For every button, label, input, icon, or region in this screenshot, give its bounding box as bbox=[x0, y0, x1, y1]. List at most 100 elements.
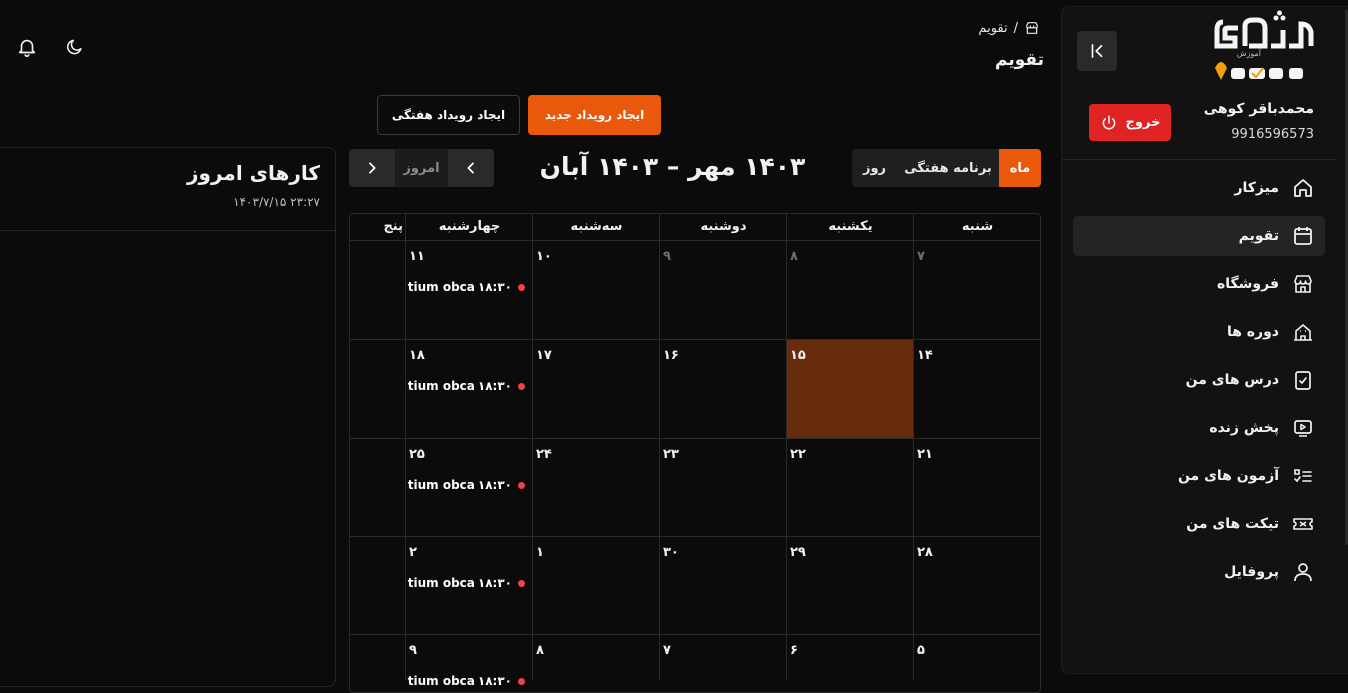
sidebar-item-calendar[interactable]: تقویم bbox=[1073, 216, 1325, 256]
day-number[interactable]: ۱۱ bbox=[409, 249, 425, 264]
sidebar-item-label: تقویم bbox=[1238, 228, 1279, 244]
sidebar-item-profile[interactable]: پروفایل bbox=[1073, 552, 1325, 592]
moon-icon bbox=[67, 39, 82, 55]
day-number[interactable]: ۱ bbox=[536, 545, 544, 560]
sidebar-item-label: پخش زنده bbox=[1209, 420, 1279, 436]
day-number[interactable]: ۸ bbox=[790, 249, 798, 264]
weekday-header: یکشنبه bbox=[828, 219, 873, 234]
event-title: ntium obca bbox=[407, 280, 475, 294]
day-number[interactable]: ۲۹ bbox=[790, 545, 806, 560]
sidebar-menu: میزکار تقویم فروشگاه دوره ها درس های من … bbox=[1073, 168, 1325, 600]
sidebar-item-label: آزمون های من bbox=[1177, 468, 1279, 484]
event-time: ۱۸:۳۰ bbox=[477, 576, 512, 590]
event-time: ۱۸:۳۰ bbox=[477, 379, 512, 393]
live-icon bbox=[1294, 420, 1312, 437]
calendar-event[interactable]: ۱۸:۳۰ntium obca bbox=[407, 575, 525, 591]
home-icon bbox=[1294, 179, 1312, 197]
day-number[interactable]: ۱۰ bbox=[536, 249, 552, 264]
calendar-event[interactable]: ۱۸:۳۰ntium obca bbox=[407, 477, 525, 493]
event-dot bbox=[518, 579, 525, 587]
koshan-logo[interactable]: آموزش bbox=[1205, 10, 1320, 84]
sidebar-item-my-exams[interactable]: آزمون های من bbox=[1073, 456, 1325, 496]
day-number[interactable]: ۲۱ bbox=[917, 447, 933, 462]
day-number[interactable]: ۲۴ bbox=[536, 447, 552, 462]
power-icon bbox=[1102, 115, 1115, 129]
day-number[interactable]: ۲۳ bbox=[663, 447, 679, 462]
chevron-left-icon bbox=[467, 162, 474, 174]
calendar-event[interactable]: ۱۸:۳۰ntium obca bbox=[407, 279, 525, 295]
checklist-icon bbox=[1294, 469, 1312, 483]
weekday-header: شنبه bbox=[961, 219, 994, 234]
sidebar-item-label: فروشگاه bbox=[1216, 276, 1279, 292]
day-number[interactable]: ۱۷ bbox=[536, 348, 552, 363]
store-icon[interactable] bbox=[1024, 20, 1040, 36]
day-number[interactable]: ۱۶ bbox=[663, 348, 679, 363]
sidebar-item-my-tickets[interactable]: تیکت های من bbox=[1073, 504, 1325, 544]
next-button[interactable] bbox=[349, 149, 395, 187]
sidebar-item-live[interactable]: پخش زنده bbox=[1073, 408, 1325, 448]
clipboard-check-icon bbox=[1295, 371, 1311, 390]
user-name: محمدباقر کوهی bbox=[1203, 101, 1314, 117]
day-number[interactable]: ۸ bbox=[536, 643, 544, 658]
weekday-header: پنج bbox=[383, 219, 403, 234]
day-number[interactable]: ۹ bbox=[409, 643, 417, 658]
calendar-event[interactable]: ۱۸:۳۰ntium obca bbox=[407, 673, 525, 689]
sidebar-item-store[interactable]: فروشگاه bbox=[1073, 264, 1325, 304]
day-number[interactable]: ۷ bbox=[917, 249, 925, 264]
today-panel-divider bbox=[0, 230, 336, 231]
sidebar-collapse-button[interactable] bbox=[1077, 31, 1117, 71]
event-time: ۱۸:۳۰ bbox=[477, 674, 512, 688]
event-title: ntium obca bbox=[407, 379, 475, 393]
day-number[interactable]: ۵ bbox=[917, 643, 925, 658]
today-button[interactable]: امروز bbox=[395, 149, 448, 187]
day-number[interactable]: ۱۵ bbox=[790, 348, 806, 363]
sidebar-item-label: دوره ها bbox=[1226, 324, 1279, 340]
today-tasks-panel bbox=[0, 147, 336, 687]
view-day-button[interactable]: روز bbox=[852, 149, 897, 187]
day-number[interactable]: ۲۵ bbox=[409, 447, 425, 462]
view-weekly-button[interactable]: برنامه هفتگی bbox=[897, 149, 999, 187]
store-icon bbox=[1294, 275, 1312, 293]
event-title: ntium obca bbox=[407, 674, 475, 688]
calendar-range-title: ۱۴۰۳ مهر – ۱۴۰۳ آبان bbox=[539, 152, 806, 181]
breadcrumb-separator: / bbox=[1013, 20, 1018, 36]
today-datetime: ۱۴۰۳/۷/۱۵ ۲۳:۲۷ bbox=[233, 195, 320, 209]
user-icon bbox=[1294, 563, 1312, 582]
breadcrumb-current: تقویم bbox=[978, 20, 1008, 36]
new-event-button[interactable]: ایجاد رویداد جدید bbox=[528, 95, 661, 135]
calendar-event[interactable]: ۱۸:۳۰ntium obca bbox=[407, 378, 525, 394]
event-title: ntium obca bbox=[407, 576, 475, 590]
collapse-left-icon bbox=[1091, 44, 1103, 58]
day-number[interactable]: ۳۰ bbox=[663, 545, 679, 560]
event-title: ntium obca bbox=[407, 478, 475, 492]
day-number[interactable]: ۲۲ bbox=[790, 447, 806, 462]
page-title: تقویم bbox=[995, 50, 1044, 70]
day-number[interactable]: ۱۸ bbox=[409, 348, 425, 363]
svg-text:آموزش: آموزش bbox=[1237, 48, 1262, 58]
sidebar-item-dashboard[interactable]: میزکار bbox=[1073, 168, 1325, 208]
event-dot bbox=[518, 283, 525, 291]
view-month-button[interactable]: ماه bbox=[999, 149, 1041, 187]
theme-toggle-button[interactable] bbox=[63, 35, 87, 59]
day-number[interactable]: ۷ bbox=[663, 643, 671, 658]
day-number[interactable]: ۲۸ bbox=[917, 545, 933, 560]
weekday-header: سه‌شنبه bbox=[570, 219, 623, 234]
sidebar-item-courses[interactable]: دوره ها bbox=[1073, 312, 1325, 352]
sidebar-item-label: درس های من bbox=[1185, 372, 1279, 388]
user-phone: 9916596573 bbox=[1231, 127, 1314, 142]
day-number[interactable]: ۹ bbox=[663, 249, 671, 264]
previous-button[interactable] bbox=[448, 149, 494, 187]
weekday-header: دوشنبه bbox=[700, 219, 747, 234]
day-number[interactable]: ۲ bbox=[409, 545, 417, 560]
sidebar-item-my-lessons[interactable]: درس های من bbox=[1073, 360, 1325, 400]
view-switcher: ماه برنامه هفتگی روز bbox=[852, 149, 1041, 187]
sidebar-item-label: پروفایل bbox=[1224, 564, 1279, 580]
sidebar-divider bbox=[1062, 159, 1337, 160]
weekly-event-button[interactable]: ایجاد رویداد هفتگی bbox=[377, 95, 520, 135]
day-number[interactable]: ۱۴ bbox=[917, 348, 933, 363]
day-number[interactable]: ۶ bbox=[790, 643, 798, 658]
calendar-nav: امروز bbox=[349, 149, 494, 187]
notifications-button[interactable] bbox=[15, 35, 39, 59]
building-icon bbox=[1294, 324, 1312, 341]
logout-button[interactable]: خروج bbox=[1089, 104, 1171, 141]
